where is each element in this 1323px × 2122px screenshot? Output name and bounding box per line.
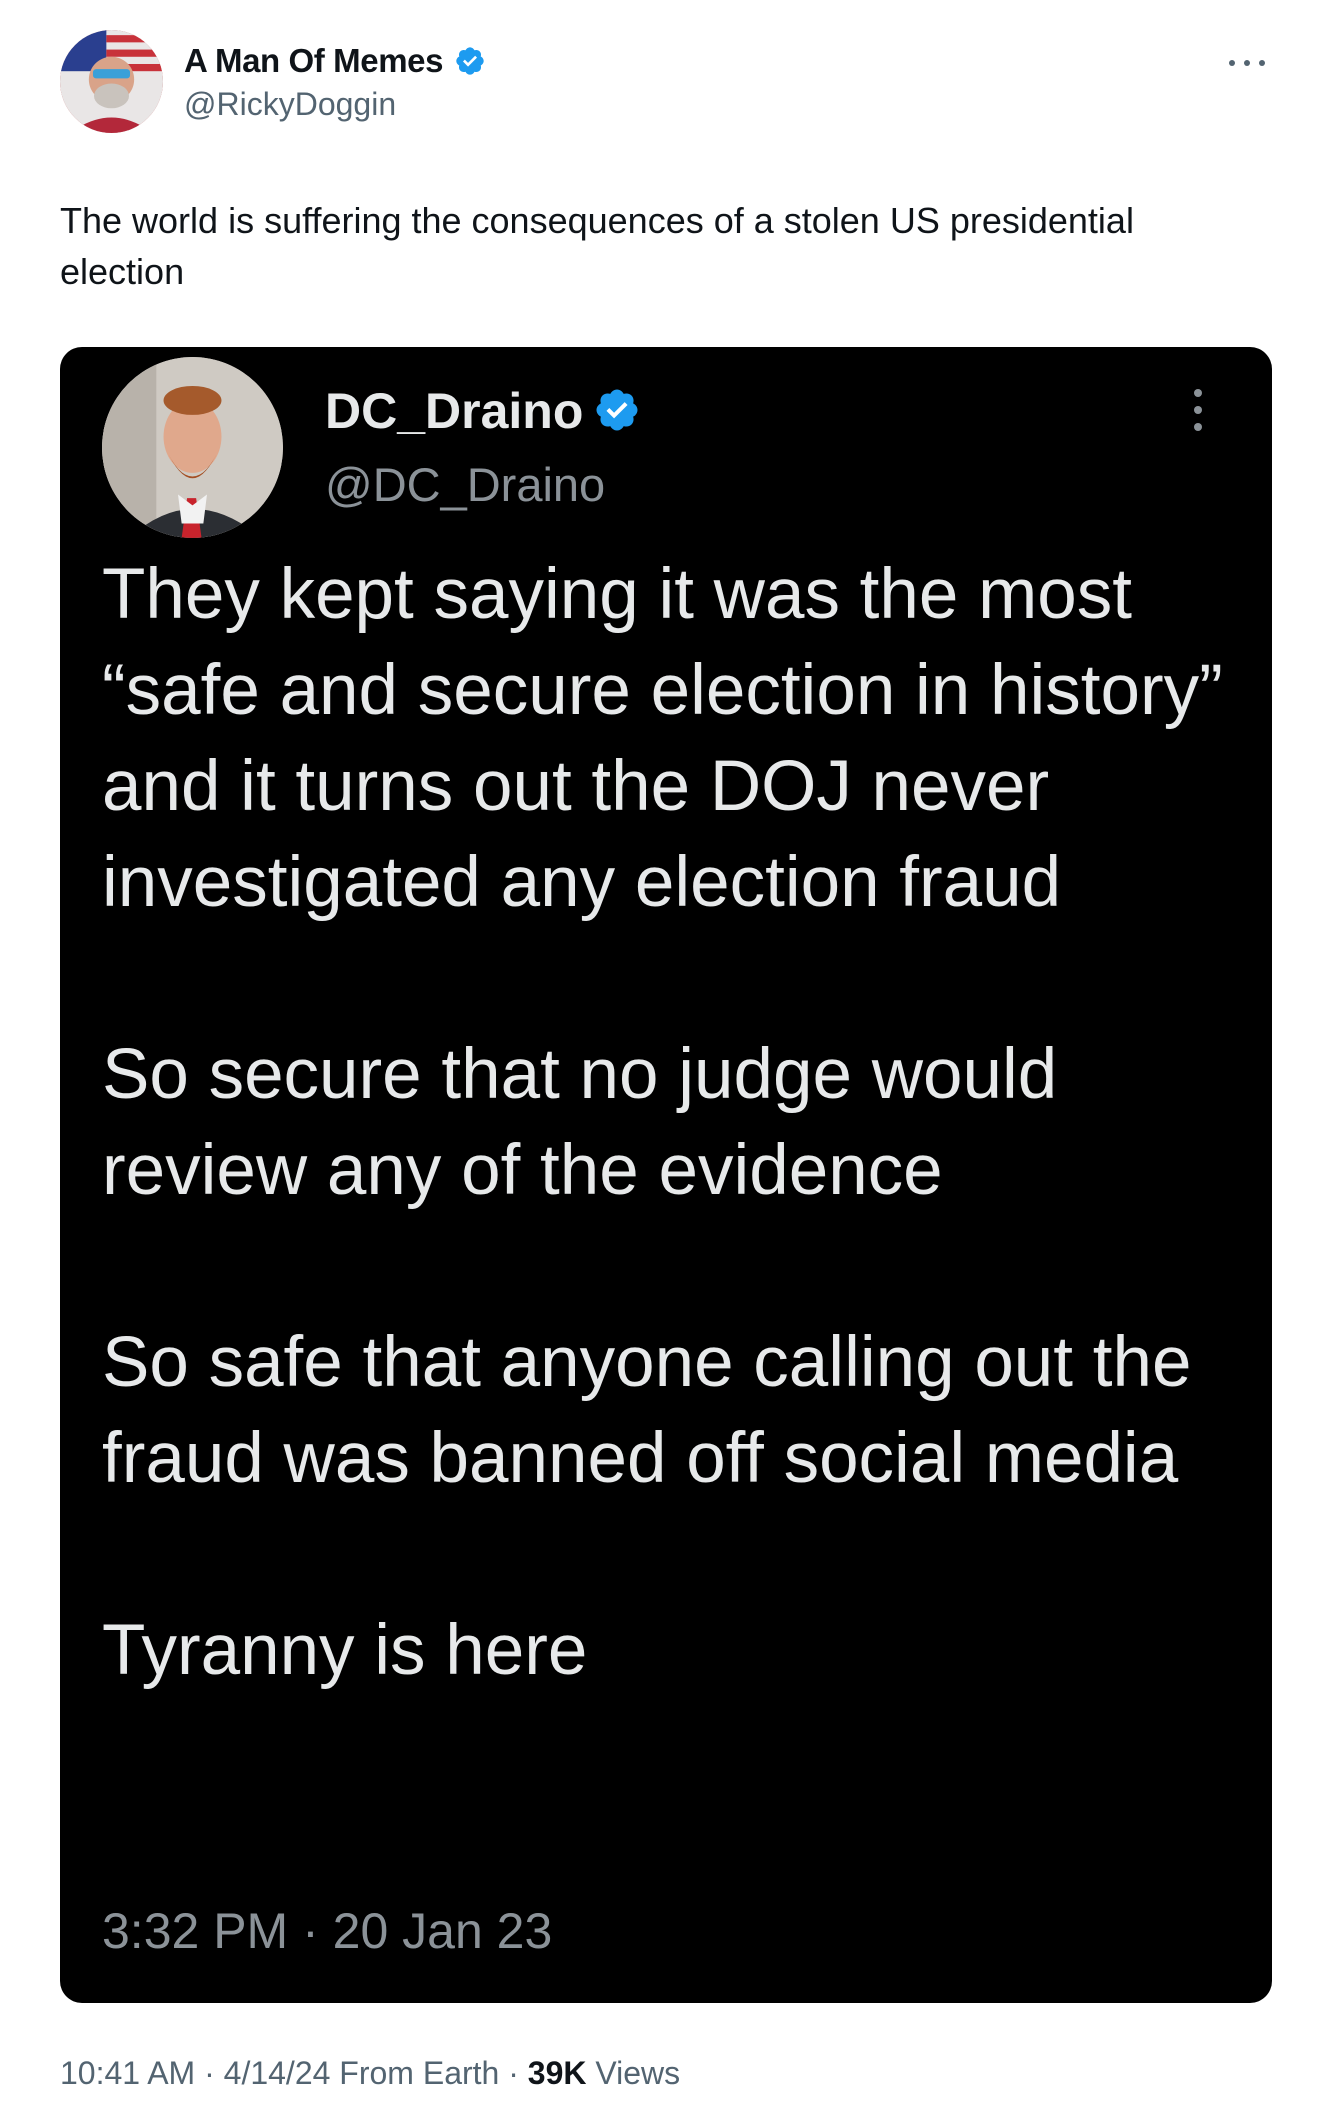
embedded-avatar — [102, 357, 283, 538]
tweet-header: A Man Of Memes @RickyDoggin — [60, 30, 1270, 140]
embedded-paragraph: So secure that no judge would review any… — [102, 1035, 1058, 1210]
author-avatar-image — [60, 30, 163, 133]
tweet-footer: 10:41 AM · 4/14/24 From Earth · 39K View… — [60, 2055, 680, 2092]
tweet-post: A Man Of Memes @RickyDoggin The world is… — [0, 0, 1323, 2122]
author-display-name[interactable]: A Man Of Memes — [184, 42, 443, 80]
more-horizontal-icon[interactable] — [1224, 48, 1270, 78]
embedded-image-card[interactable]: DC_Draino @DC_Draino They kept saying it… — [60, 347, 1272, 2003]
embedded-avatar-image — [102, 357, 283, 538]
embedded-post-text: They kept saying it was the most “safe a… — [102, 547, 1232, 1699]
views-label: Views — [586, 2055, 681, 2091]
author-avatar[interactable] — [60, 30, 163, 133]
author-handle[interactable]: @RickyDoggin — [184, 86, 486, 123]
tweet-text: The world is suffering the consequences … — [60, 200, 1134, 292]
embedded-timestamp: 3:32 PM · 20 Jan 23 — [102, 1903, 553, 1959]
embedded-paragraph: They kept saying it was the most “safe a… — [102, 555, 1223, 922]
embedded-paragraph: So safe that anyone calling out the frau… — [102, 1323, 1192, 1498]
tweet-timestamp[interactable]: 10:41 AM · 4/14/24 From Earth · — [60, 2055, 528, 2091]
verified-badge-icon — [455, 47, 484, 75]
views-count: 39K — [527, 2055, 587, 2091]
embedded-paragraph: Tyranny is here — [102, 1611, 588, 1690]
author-name-block: A Man Of Memes @RickyDoggin — [184, 42, 486, 123]
more-vertical-icon — [1194, 389, 1202, 431]
embedded-display-name-text: DC_Draino — [325, 383, 584, 439]
embedded-handle: @DC_Draino — [325, 458, 606, 511]
embedded-display-name: DC_Draino — [325, 382, 641, 440]
embedded-verified-badge-icon — [596, 389, 638, 431]
